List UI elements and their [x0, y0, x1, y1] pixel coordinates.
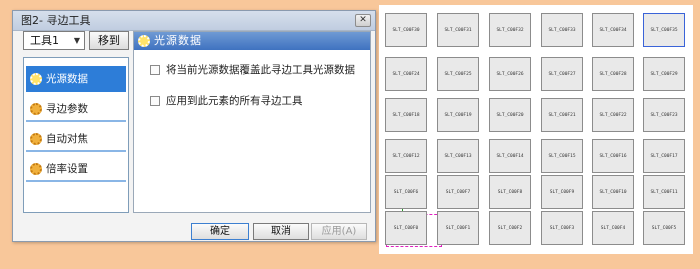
slot-cell[interactable]: SLT_C00F1 [437, 211, 479, 245]
gear-icon [30, 73, 42, 85]
slot-cell[interactable]: SLT_C00F26 [489, 57, 531, 91]
slot-cell[interactable]: SLT_C00F10 [592, 175, 634, 209]
slot-cell[interactable]: SLT_C00F20 [489, 98, 531, 132]
nav-item-label: 光源数据 [46, 73, 88, 85]
slot-cell[interactable]: SLT_C00F9 [541, 175, 583, 209]
nav-item-label: 寻边参数 [46, 103, 88, 115]
slot-cell[interactable]: SLT_C00F4 [592, 211, 634, 245]
nav-item-edge-params[interactable]: 寻边参数 [26, 96, 126, 122]
overwrite-light-checkbox[interactable] [150, 65, 160, 75]
layout-canvas[interactable]: ▲ SLT_C00F30SLT_C00F31SLT_C00F32SLT_C00F… [379, 5, 693, 254]
ok-button[interactable]: 确定 [191, 223, 249, 240]
slot-cell[interactable]: SLT_C00F19 [437, 98, 479, 132]
option-overwrite-light[interactable]: 将当前光源数据覆盖此寻边工具光源数据 [150, 64, 355, 76]
nav-item-magnification[interactable]: 倍率设置 [26, 156, 126, 182]
slot-cell[interactable]: SLT_C00F18 [385, 98, 427, 132]
slot-cell[interactable]: SLT_C00F17 [643, 139, 685, 173]
slot-cell[interactable]: SLT_C00F16 [592, 139, 634, 173]
slot-cell[interactable]: SLT_C00F32 [489, 13, 531, 47]
nav-item-label: 自动对焦 [46, 133, 88, 145]
slot-cell[interactable]: SLT_C00F34 [592, 13, 634, 47]
slot-cell[interactable]: SLT_C00F15 [541, 139, 583, 173]
tool-select[interactable]: 工具1 ▼ [23, 31, 85, 50]
slot-cell[interactable]: SLT_C00F5 [643, 211, 685, 245]
slot-cell[interactable]: SLT_C00F13 [437, 139, 479, 173]
nav-item-autofocus[interactable]: 自动对焦 [26, 126, 126, 152]
slot-cell[interactable]: SLT_C00F21 [541, 98, 583, 132]
apply-button[interactable]: 应用(A) [311, 223, 367, 240]
slot-cell[interactable]: SLT_C00F2 [489, 211, 531, 245]
slot-cell[interactable]: SLT_C00F28 [592, 57, 634, 91]
move-to-button[interactable]: 移到 [89, 31, 129, 50]
gear-icon [30, 103, 42, 115]
slot-cell[interactable]: SLT_C00F8 [489, 175, 531, 209]
option-label: 应用到此元素的所有寻边工具 [166, 95, 303, 107]
edge-tool-dialog: 图2- 寻边工具 ✕ 工具1 ▼ 移到 光源数据 寻边参数 自动对焦 倍率设置 … [12, 10, 376, 242]
slot-cell[interactable]: SLT_C00F25 [437, 57, 479, 91]
slot-cell[interactable]: SLT_C00F31 [437, 13, 479, 47]
slot-cell[interactable]: SLT_C00F6 [385, 175, 427, 209]
slot-cell[interactable]: SLT_C00F11 [643, 175, 685, 209]
cancel-button[interactable]: 取消 [253, 223, 309, 240]
slot-cell[interactable]: SLT_C00F29 [643, 57, 685, 91]
option-label: 将当前光源数据覆盖此寻边工具光源数据 [166, 64, 355, 76]
gear-icon [30, 163, 42, 175]
slot-cell[interactable]: SLT_C00F14 [489, 139, 531, 173]
dialog-title: 图2- 寻边工具 [21, 14, 91, 27]
settings-panel: 光源数据 将当前光源数据覆盖此寻边工具光源数据 应用到此元素的所有寻边工具 [133, 31, 371, 213]
gear-icon [138, 35, 150, 47]
panel-header: 光源数据 [134, 32, 370, 50]
slot-cell[interactable]: SLT_C00F22 [592, 98, 634, 132]
chevron-down-icon: ▼ [73, 36, 80, 45]
tool-select-value: 工具1 [30, 34, 59, 47]
slot-cell[interactable]: SLT_C00F35 [643, 13, 685, 47]
slot-cell[interactable]: SLT_C00F33 [541, 13, 583, 47]
slot-cell[interactable]: SLT_C00F27 [541, 57, 583, 91]
close-icon: ✕ [359, 15, 367, 25]
settings-nav: 光源数据 寻边参数 自动对焦 倍率设置 [23, 57, 129, 213]
dialog-titlebar[interactable]: 图2- 寻边工具 ✕ [13, 11, 375, 31]
slot-cell[interactable]: SLT_C00F12 [385, 139, 427, 173]
slot-cell[interactable]: SLT_C00F0 [385, 211, 427, 245]
apply-all-checkbox[interactable] [150, 96, 160, 106]
gear-icon [30, 133, 42, 145]
slot-cell[interactable]: SLT_C00F23 [643, 98, 685, 132]
slot-cell[interactable]: SLT_C00F7 [437, 175, 479, 209]
nav-item-light-source[interactable]: 光源数据 [26, 66, 126, 92]
nav-item-label: 倍率设置 [46, 163, 88, 175]
close-button[interactable]: ✕ [355, 14, 371, 27]
slot-cell[interactable]: SLT_C00F30 [385, 13, 427, 47]
option-apply-all[interactable]: 应用到此元素的所有寻边工具 [150, 95, 303, 107]
slot-cell[interactable]: SLT_C00F3 [541, 211, 583, 245]
slot-cell[interactable]: SLT_C00F24 [385, 57, 427, 91]
panel-title: 光源数据 [154, 34, 202, 47]
